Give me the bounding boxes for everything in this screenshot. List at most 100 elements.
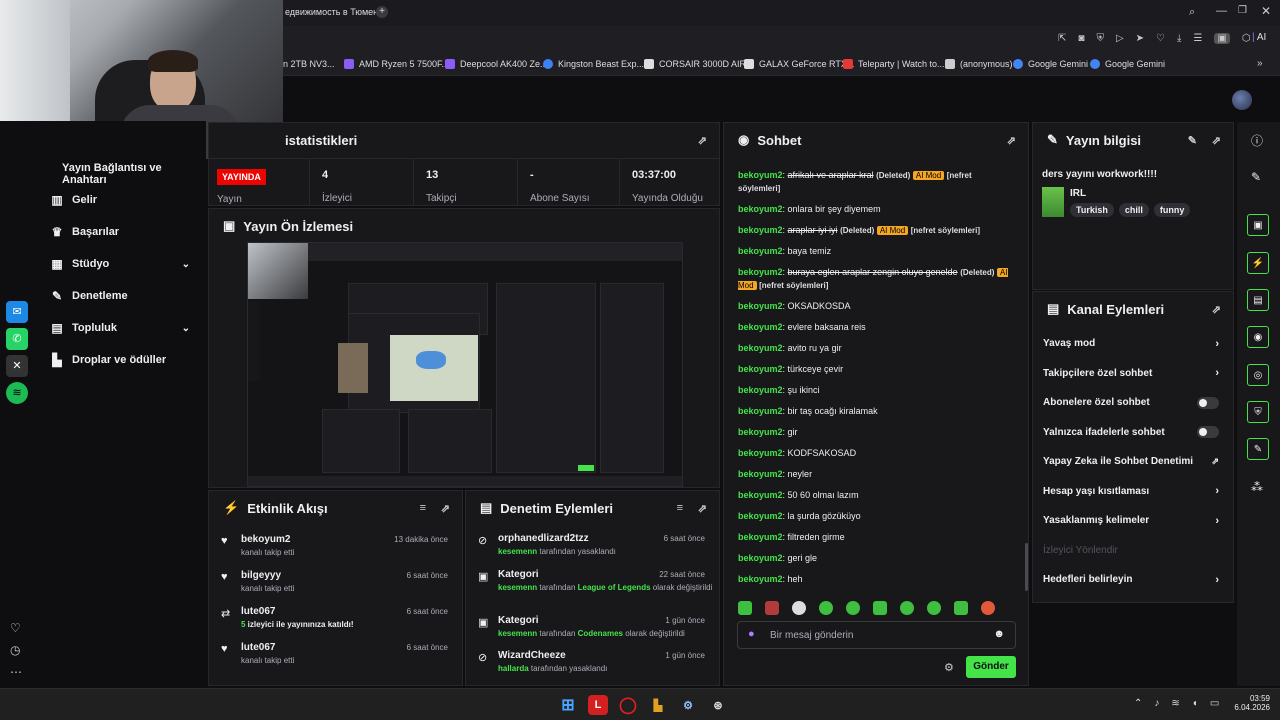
app-icon[interactable]: L	[588, 695, 608, 715]
list-item[interactable]: ⇄ lute067 5 izleyici ile yayınınıza katıld…	[209, 604, 462, 640]
chat-message[interactable]: bekoyum2: filtreden girme	[724, 531, 1024, 544]
category-name[interactable]: IRL	[1070, 188, 1086, 199]
bookmark-item[interactable]: Google Gemini	[1090, 59, 1165, 69]
app-icon[interactable]: ▙	[648, 695, 668, 715]
stream-key-link[interactable]: Yayın Bağlantısı ve Anahtarı	[62, 162, 206, 186]
chat-username[interactable]: bekoyum2	[738, 406, 783, 416]
emote-icon[interactable]	[765, 601, 779, 615]
x-icon[interactable]: ✕	[6, 355, 28, 377]
heart-icon[interactable]: ♡	[1156, 33, 1165, 44]
emote-icon[interactable]	[900, 601, 914, 615]
settings-icon[interactable]: ⚙	[944, 661, 954, 674]
active-tab-title[interactable]: едвижимость в Тюмени	[285, 7, 383, 17]
action-subscribers-only[interactable]: Abonelere özel sohbet	[1033, 388, 1233, 418]
history-icon[interactable]: ◷	[10, 643, 20, 657]
chat-username[interactable]: bekoyum2	[738, 553, 783, 563]
chat-message[interactable]: bekoyum2: geri gle	[724, 552, 1024, 565]
emoji-icon[interactable]: ☻	[993, 628, 1005, 640]
chat-username[interactable]: bekoyum2	[738, 170, 783, 180]
chat-message[interactable]: bekoyum2: bir taş ocağı kiralamak	[724, 405, 1024, 418]
tag-pill[interactable]: funny	[1153, 203, 1191, 217]
chat-username[interactable]: bekoyum2	[738, 267, 783, 277]
chat-username[interactable]: bekoyum2	[738, 469, 783, 479]
tray-expand-icon[interactable]: ⌃	[1134, 698, 1142, 709]
spotify-icon[interactable]: ≋	[6, 382, 28, 404]
wifi-icon[interactable]: ≋	[1171, 698, 1179, 709]
chat-message[interactable]: bekoyum2: avito ru ya gir	[724, 342, 1024, 355]
chat-message[interactable]: bekoyum2: araplar iyi iyi (Deleted) AI M…	[724, 224, 1024, 237]
chat-username[interactable]: bekoyum2	[738, 322, 783, 332]
action-slow-mode[interactable]: Yavaş mod ›	[1033, 329, 1233, 359]
popout-icon[interactable]: ⇗	[441, 502, 450, 515]
chat-messages[interactable]: bekoyum2: afrikalı ve araplar kral (Dele…	[724, 169, 1024, 594]
sidebar-item-achievements[interactable]: ♛ Başarılar	[0, 216, 206, 248]
extensions-icon[interactable]: ⬡	[1242, 33, 1251, 44]
bolt-icon[interactable]: ⚡	[1247, 252, 1269, 274]
chat-message[interactable]: bekoyum2: OKSADKOSDA	[724, 300, 1024, 313]
chat-username[interactable]: bekoyum2	[738, 511, 783, 521]
battery-icon[interactable]: ▭	[1210, 698, 1219, 709]
mic-icon[interactable]: ♪	[1154, 698, 1159, 709]
popout-icon[interactable]: ⇗	[1007, 134, 1016, 147]
chat-username[interactable]: bekoyum2	[738, 427, 783, 437]
ai-button[interactable]: | AI	[1252, 32, 1266, 43]
chat-input[interactable]: ● Bir mesaj gönderin ☻	[737, 621, 1016, 649]
start-icon[interactable]: ⊞	[558, 695, 578, 715]
external-icon[interactable]: ⇱	[1058, 33, 1066, 44]
sidebar-item-studio[interactable]: ▦ Stüdyo ⌄	[0, 248, 206, 280]
bookmark-item[interactable]: Deepcool AK400 Ze...	[445, 59, 548, 69]
sidebar-item-moderation[interactable]: ✎ Denetleme	[0, 280, 206, 312]
bookmark-item[interactable]: AMD Ryzen 5 7500F...	[344, 59, 449, 69]
heart-outline-icon[interactable]: ♡	[10, 621, 21, 635]
chat-username[interactable]: bekoyum2	[738, 301, 783, 311]
app-icon[interactable]: ⊛	[708, 695, 728, 715]
more-icon[interactable]: ⋯	[10, 665, 22, 679]
emote-icon[interactable]	[792, 601, 806, 615]
search-icon[interactable]: ⌕	[1189, 6, 1195, 19]
download-icon[interactable]: ⤓	[1177, 33, 1181, 44]
send-button[interactable]: Gönder	[966, 656, 1016, 678]
play-icon[interactable]: ▷	[1116, 33, 1124, 44]
action-emote-only[interactable]: Yalnızca ifadelerle sohbet	[1033, 418, 1233, 448]
chat-username[interactable]: bekoyum2	[738, 204, 783, 214]
send-icon[interactable]: ➤	[1136, 33, 1144, 44]
broadcast-icon[interactable]: ◎	[1247, 364, 1269, 386]
list-item[interactable]: ♥ lute067 kanalı takip etti 6 saat önce	[209, 640, 462, 676]
chat-message[interactable]: bekoyum2: türkceye çevir	[724, 363, 1024, 376]
chat-icon[interactable]: ◉	[1247, 326, 1269, 348]
emote-icon[interactable]	[873, 601, 887, 615]
sidebar-item-income[interactable]: ▥ Gelir	[0, 184, 206, 216]
chat-message[interactable]: bekoyum2: şu ikinci	[724, 384, 1024, 397]
filter-icon[interactable]: ≡	[677, 502, 683, 514]
tag-pill[interactable]: chill	[1118, 203, 1149, 217]
minimize-icon[interactable]: —	[1216, 5, 1227, 17]
bookmark-item[interactable]: (anonymous)	[945, 59, 1013, 69]
chat-message[interactable]: bekoyum2: la şurda gözüküyo	[724, 510, 1024, 523]
chat-username[interactable]: bekoyum2	[738, 343, 783, 353]
bookmark-item[interactable]: Teleparty | Watch to...	[843, 59, 945, 69]
shield-icon[interactable]: ⛨	[1096, 33, 1104, 44]
action-account-age[interactable]: Hesap yaşı kısıtlaması ›	[1033, 477, 1233, 507]
bookmark-item[interactable]: CORSAIR 3000D AIR...	[644, 59, 754, 69]
list-item[interactable]: ▣ Kategori kesemenn tarafından League of L…	[466, 567, 719, 613]
emote-icon[interactable]	[927, 601, 941, 615]
new-tab-icon[interactable]: +	[376, 6, 388, 18]
chat-username[interactable]: bekoyum2	[738, 448, 783, 458]
edit-icon[interactable]: ✎	[1188, 134, 1197, 147]
shield-icon[interactable]: ⛨	[1247, 401, 1269, 423]
sidebar-item-community[interactable]: ▤ Topluluk ⌄	[0, 312, 206, 344]
chat-message[interactable]: bekoyum2: KODFSAKOSAD	[724, 447, 1024, 460]
more-bookmarks-icon[interactable]: »	[1257, 58, 1263, 69]
chat-message[interactable]: bekoyum2: buraya eglen araplar zengin ol…	[724, 266, 1024, 292]
popout-icon[interactable]: ⇗	[698, 134, 707, 147]
list-item[interactable]: ⊘ orphanedlizard2tzz kesemenn tarafından y…	[466, 531, 719, 567]
list-item[interactable]: ⊘ WizardCheeze hallarda tarafından yasakla…	[466, 648, 719, 682]
popout-icon[interactable]: ⇗	[698, 502, 707, 515]
camera-icon[interactable]: ◙	[1078, 33, 1084, 44]
chat-message[interactable]: bekoyum2: neyler	[724, 468, 1024, 481]
subscribers-only-toggle[interactable]	[1197, 396, 1219, 409]
wrench-icon[interactable]: ✎	[1247, 438, 1269, 460]
chat-message[interactable]: bekoyum2: gir	[724, 426, 1024, 439]
chat-message[interactable]: bekoyum2: onlara bir şey diyemem	[724, 203, 1024, 216]
whatsapp-icon[interactable]: ✆	[6, 328, 28, 350]
